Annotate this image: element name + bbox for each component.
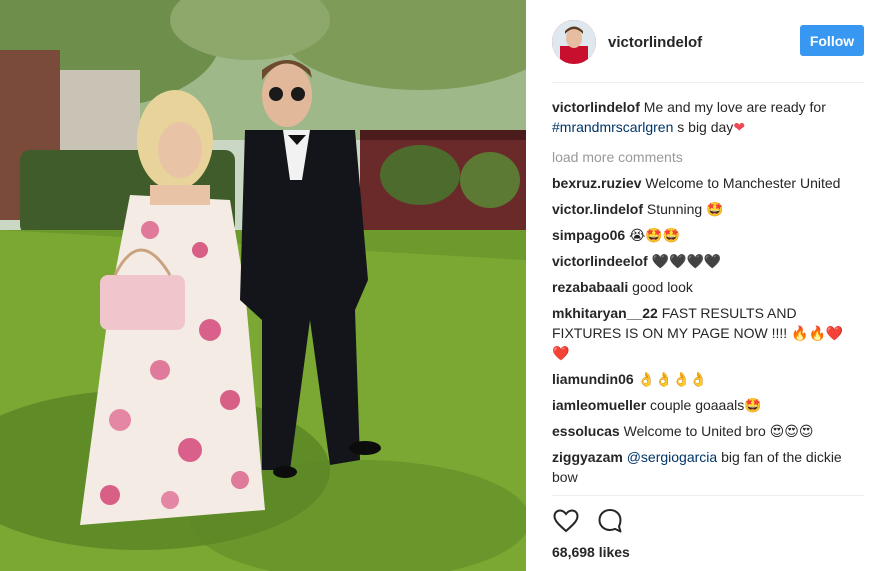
username-link[interactable]: victorlindelof xyxy=(608,34,702,51)
avatar[interactable] xyxy=(552,20,596,64)
mention-link[interactable]: @sergiogarcia xyxy=(627,449,717,465)
comment-item: iamleomueller couple goaaals🤩 xyxy=(552,395,864,415)
comment-item: victorlindeelof 🖤🖤🖤🖤 xyxy=(552,251,864,271)
comment-item: victor.lindelof Stunning 🤩 xyxy=(552,199,864,219)
comment-text: Welcome to Manchester United xyxy=(645,175,841,191)
header-divider xyxy=(552,82,864,83)
comment-item: bexruz.ruziev Welcome to Manchester Unit… xyxy=(552,173,864,193)
profile-picture xyxy=(552,20,596,64)
comment-item: liamundin06 👌👌👌👌 xyxy=(552,369,864,389)
comment-item: rezababaali good look xyxy=(552,277,864,297)
comment-username[interactable]: iamleomueller xyxy=(552,397,646,413)
comment-text: couple goaaals🤩 xyxy=(650,397,762,413)
comment-text: 🖤🖤🖤🖤 xyxy=(651,253,722,269)
actions-divider xyxy=(552,495,864,496)
comment-text: Welcome to United bro 😍😍😍 xyxy=(623,423,814,439)
caption-heart-emoji: ❤ xyxy=(733,119,746,135)
couple-photo-image xyxy=(0,0,526,571)
caption: victorlindelof Me and my love are ready … xyxy=(552,97,864,137)
post-header: victorlindelof Follow xyxy=(552,18,864,66)
like-button[interactable] xyxy=(552,507,580,535)
caption-text-2: s big day xyxy=(677,119,734,135)
comment-item: mkhitaryan__22 FAST RESULTS AND FIXTURES… xyxy=(552,303,864,363)
comment-username[interactable]: liamundin06 xyxy=(552,371,634,387)
comment-username[interactable]: simpago06 xyxy=(552,227,625,243)
comment-text: 👌👌👌👌 xyxy=(637,371,708,387)
comment-username[interactable]: bexruz.ruziev xyxy=(552,175,641,191)
post-photo[interactable] xyxy=(0,0,526,571)
post-actions xyxy=(552,507,640,535)
caption-username[interactable]: victorlindelof xyxy=(552,99,640,115)
hashtag-link[interactable]: #mrandmrscarlgren xyxy=(552,119,673,135)
comment-item: essolucas Welcome to United bro 😍😍😍 xyxy=(552,421,864,441)
like-count[interactable]: 68,698 likes xyxy=(552,544,630,560)
comments-fade xyxy=(552,480,864,496)
comment-text: good look xyxy=(632,279,693,295)
comment-username[interactable]: ziggyazam xyxy=(552,449,623,465)
caption-text-1: Me and my love are ready for xyxy=(643,99,826,115)
comment-username[interactable]: mkhitaryan__22 xyxy=(552,305,658,321)
comment-text: Stunning 🤩 xyxy=(646,201,724,217)
comment-username[interactable]: rezababaali xyxy=(552,279,628,295)
comment-username[interactable]: victor.lindelof xyxy=(552,201,643,217)
comment-bubble-icon xyxy=(598,509,622,533)
comment-username[interactable]: victorlindeelof xyxy=(552,253,648,269)
load-more-comments-link[interactable]: load more comments xyxy=(552,147,864,167)
comment-item: simpago06 😭🤩🤩 xyxy=(552,225,864,245)
comment-button[interactable] xyxy=(596,507,624,535)
follow-button[interactable]: Follow xyxy=(800,25,864,56)
comment-username[interactable]: essolucas xyxy=(552,423,620,439)
heart-outline-icon xyxy=(553,509,579,533)
comment-text: 😭🤩🤩 xyxy=(629,227,681,243)
comments-list[interactable]: victorlindelof Me and my love are ready … xyxy=(552,97,864,495)
